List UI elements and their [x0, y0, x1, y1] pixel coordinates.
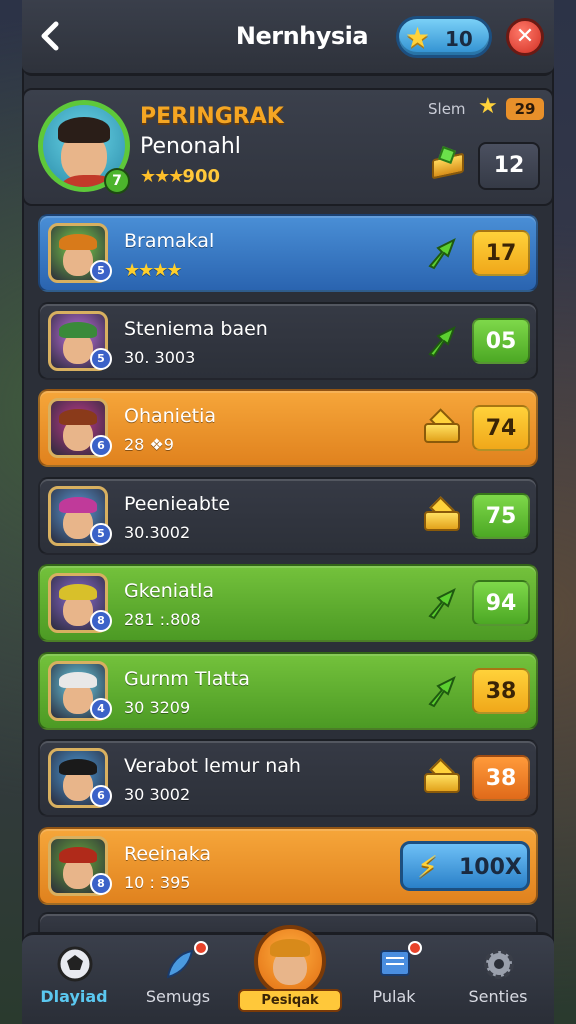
- trend-up-icon: [424, 586, 458, 620]
- stat-label: Slem: [428, 100, 466, 118]
- level-badge: 8: [90, 610, 112, 632]
- nav-label-1: Semugs: [145, 987, 211, 1006]
- nav-label-4: Senties: [468, 987, 528, 1006]
- boost-button[interactable]: ⚡ 100X: [400, 840, 530, 891]
- leaderboard-row[interactable]: 8 Gkeniatla 281 :.808 94: [38, 564, 538, 642]
- player-profile-card: 7 PERINGRAK Penonahl ★★★900 Slem ★ 29 12: [22, 88, 554, 206]
- leaderboard-row[interactable]: 8 Reeinaka 10 : 395 ⚡ 100X: [38, 826, 538, 905]
- leaderboard-row[interactable]: 5 Steniema baen 30. 3003 05: [38, 301, 538, 380]
- score-box: 38: [472, 755, 530, 801]
- player-subscore: 30 3002: [124, 785, 191, 804]
- top-bar: Nernhysia ★ 10 ✕: [22, 0, 554, 76]
- trend-up-icon: [424, 324, 458, 358]
- star-counter[interactable]: ★ 10: [396, 16, 492, 58]
- nav-label-0: Dlayiad: [40, 987, 108, 1006]
- bottom-nav: Dlayiad Semugs Pesiqak Pulak Senties: [22, 925, 554, 1024]
- close-button[interactable]: ✕: [506, 18, 544, 56]
- nav-item-3[interactable]: Pulak: [344, 935, 444, 1024]
- notification-dot: [408, 941, 422, 955]
- nav-item-1[interactable]: Semugs: [128, 935, 228, 1024]
- leaderboard-row[interactable]: 6 Ohanietia 28 ❖9 74: [38, 389, 538, 467]
- player-name: Peenieabte: [124, 492, 231, 515]
- level-badge: 6: [90, 785, 112, 807]
- nav-label-2[interactable]: Pesiqak: [238, 989, 342, 1012]
- player-subscore: 10 : 395: [124, 872, 191, 892]
- player-level-badge: 7: [104, 168, 130, 194]
- player-name: Gurnm Tlatta: [124, 667, 250, 690]
- profile-title: PERINGRAK: [140, 104, 284, 129]
- gold-crown-icon: [424, 758, 460, 793]
- score-box: 38: [472, 667, 530, 714]
- gold-crown-icon: [424, 408, 460, 443]
- score-box: 17: [472, 230, 530, 276]
- level-badge: 5: [90, 260, 112, 282]
- leaderboard-row[interactable]: 6 Verabot lemur nah 30 3002 38: [38, 739, 538, 817]
- notification-dot: [194, 941, 208, 955]
- player-name: Bramakal: [124, 230, 215, 252]
- level-badge: 8: [90, 872, 112, 895]
- player-name: Verabot lemur nah: [124, 755, 301, 777]
- lightning-icon: ⚡: [417, 849, 439, 885]
- level-badge: 5: [90, 522, 112, 545]
- player-rank: 12: [478, 142, 540, 190]
- level-badge: 6: [90, 435, 112, 457]
- trend-up-icon: [424, 674, 458, 708]
- player-subscore: 281 :.808: [124, 610, 201, 629]
- star-icon: ★: [478, 94, 498, 119]
- chevron-left-icon: [41, 21, 59, 51]
- score-box: 75: [472, 492, 530, 539]
- soccer-ball-icon: [57, 946, 93, 982]
- player-name: Reeinaka: [124, 842, 212, 865]
- player-subscore: 30. 3003: [124, 347, 196, 367]
- gear-icon: [484, 949, 514, 979]
- page-title: Nernhysia: [235, 22, 369, 50]
- boost-label: 100X: [459, 854, 522, 880]
- back-button[interactable]: [36, 18, 72, 58]
- leaderboard-row[interactable]: 5 Bramakal ★★★★ 17: [38, 214, 538, 292]
- player-stars: ★★★: [140, 166, 184, 187]
- gem-chest-icon: [432, 146, 464, 180]
- player-name: Ohanietia: [124, 405, 217, 427]
- player-score: ★★★900: [140, 166, 220, 187]
- star-count: 10: [445, 27, 473, 51]
- nav-item-0[interactable]: Dlayiad: [24, 935, 124, 1024]
- trend-up-icon: [424, 236, 458, 270]
- score-box: 05: [472, 317, 530, 364]
- star-icon: ★: [405, 21, 431, 54]
- gold-crown-icon: [424, 495, 460, 531]
- nav-center-avatar[interactable]: [254, 925, 326, 997]
- nav-item-4[interactable]: Senties: [448, 935, 548, 1024]
- player-name: Gkeniatla: [124, 580, 215, 602]
- player-name: Steniema baen: [124, 317, 268, 340]
- leaderboard-row[interactable]: 4 Gurnm Tlatta 30 3209 38: [38, 651, 538, 730]
- level-badge: 4: [90, 697, 112, 720]
- nav-label-3: Pulak: [372, 987, 416, 1006]
- level-badge: 5: [90, 347, 112, 370]
- player-subscore: 28 ❖9: [124, 435, 174, 454]
- score-box: 74: [472, 405, 530, 451]
- close-icon: ✕: [515, 24, 535, 49]
- stat-value: 29: [506, 98, 544, 120]
- feather-icon: [166, 949, 194, 979]
- leaderboard-row[interactable]: 5 Peenieabte 30.3002 75: [38, 476, 538, 555]
- player-score-value: 900: [182, 166, 220, 187]
- score-box: 94: [472, 580, 530, 626]
- player-name: Penonahl: [140, 134, 241, 159]
- player-subscore: ★★★★: [124, 260, 183, 281]
- player-subscore: 30.3002: [124, 522, 191, 542]
- player-subscore: 30 3209: [124, 697, 191, 717]
